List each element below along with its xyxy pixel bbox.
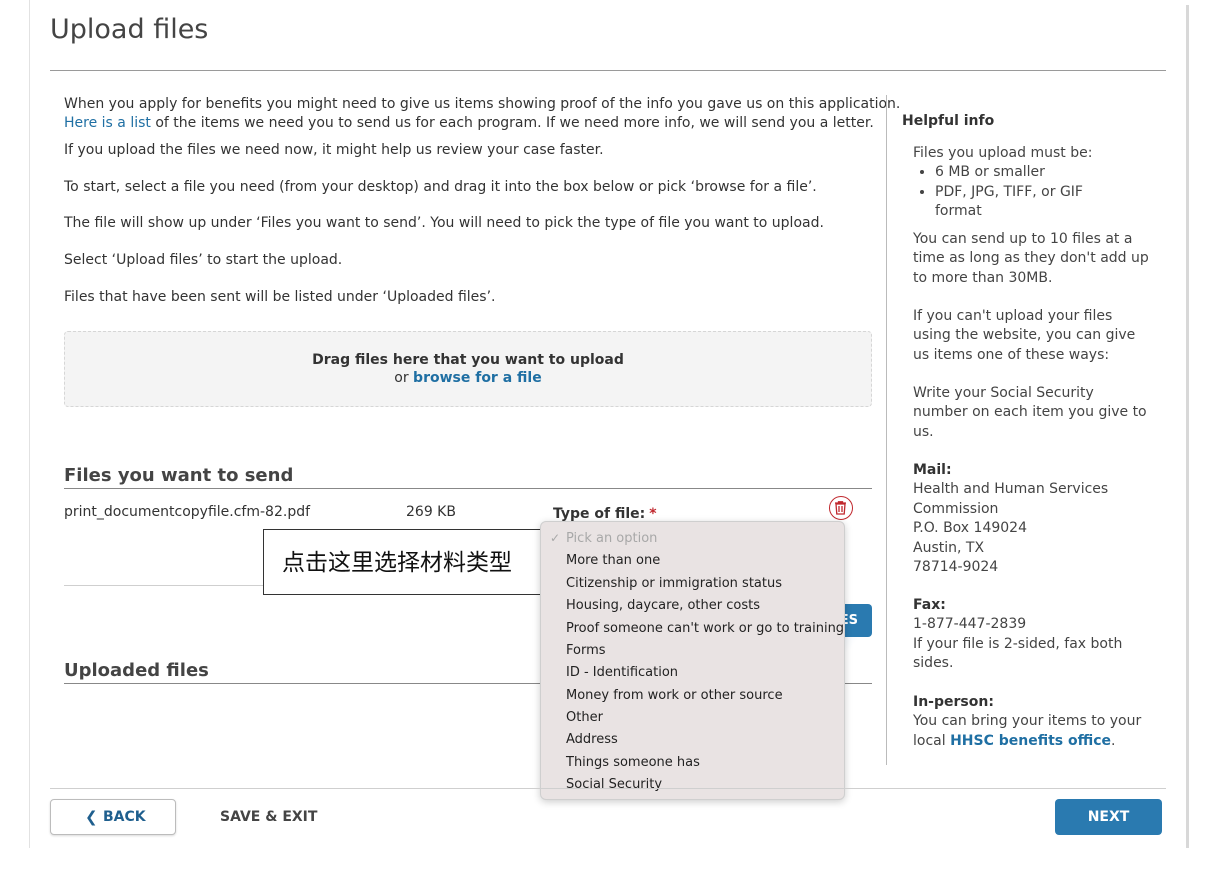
- in-person-info: In-person: You can bring your items to y…: [913, 693, 1141, 751]
- dropdown-option[interactable]: Citizenship or immigration status: [566, 576, 782, 592]
- sidebar-line: local: [913, 732, 951, 749]
- save-exit-button[interactable]: SAVE & EXIT: [220, 809, 317, 825]
- file-name: print_documentcopyfile.cfm-82.pdf: [64, 504, 311, 520]
- sidebar-line: 78714-9024: [913, 559, 999, 576]
- sidebar-line: using the website, you can give: [913, 327, 1136, 344]
- sidebar-line: Health and Human Services: [913, 481, 1109, 498]
- delete-file-button[interactable]: [829, 496, 853, 520]
- sidebar-line: You can send up to 10 files at a: [913, 231, 1133, 247]
- files-to-send-heading: Files you want to send: [64, 465, 294, 486]
- page-title: Upload files: [50, 14, 209, 45]
- sidebar-line: Commission: [913, 500, 999, 517]
- fax-info: Fax: 1-877-447-2839 If your file is 2-si…: [913, 596, 1122, 674]
- dropdown-option[interactable]: More than one: [566, 553, 660, 569]
- sidebar-line: If your file is 2-sided, fax both: [913, 635, 1123, 652]
- requirement-item: 6 MB or smaller: [935, 163, 1092, 182]
- sidebar-line: number on each item you give to: [913, 404, 1147, 421]
- footer-divider: [50, 788, 1166, 789]
- file-requirements: Files you upload must be: 6 MB or smalle…: [913, 144, 1092, 222]
- requirements-list: 6 MB or smaller PDF, JPG, TIFF, or GIF fo…: [913, 163, 1092, 221]
- dropdown-option[interactable]: ID - Identification: [566, 665, 678, 681]
- alternative-text: If you can't upload your files using the…: [913, 307, 1135, 365]
- file-type-label-text: Type of file:: [553, 506, 646, 522]
- requirement-text: PDF, JPG, TIFF, or GIF: [935, 183, 1083, 200]
- upload-limit-text: You can send up to 10 files at a time as…: [913, 230, 1149, 288]
- fax-heading: Fax:: [913, 597, 946, 613]
- page-scrollbar[interactable]: [1186, 5, 1189, 848]
- dropdown-option[interactable]: Other: [566, 710, 603, 726]
- in-person-heading: In-person:: [913, 694, 994, 710]
- dropdown-option[interactable]: Housing, daycare, other costs: [566, 598, 760, 614]
- intro-text: of the items we need you to send us for …: [150, 115, 874, 131]
- dropdown-option[interactable]: Address: [566, 732, 618, 748]
- sidebar-divider: [886, 95, 887, 765]
- file-type-dropdown[interactable]: ✓ Pick an option More than one Citizensh…: [540, 521, 845, 800]
- required-mark: *: [649, 506, 657, 522]
- page-frame-left: [29, 0, 30, 848]
- dropdown-option[interactable]: Money from work or other source: [566, 688, 783, 704]
- sidebar-line: P.O. Box 149024: [913, 520, 1027, 537]
- intro-paragraph-2: If you upload the files we need now, it …: [64, 142, 604, 158]
- sidebar-line: Austin, TX: [913, 539, 985, 556]
- ssn-instruction: Write your Social Security number on eac…: [913, 384, 1147, 442]
- title-divider: [50, 70, 1166, 71]
- checkmark-icon: ✓: [550, 531, 561, 545]
- intro-paragraph-5: Select ‘Upload files’ to start the uploa…: [64, 252, 343, 268]
- fax-number: 1-877-447-2839: [913, 616, 1027, 633]
- dropdown-option[interactable]: Forms: [566, 643, 606, 659]
- requirements-intro: Files you upload must be:: [913, 145, 1093, 161]
- intro-paragraph-3: To start, select a file you need (from y…: [64, 179, 817, 195]
- file-size: 269 KB: [406, 504, 456, 520]
- intro-text: When you apply for benefits you might ne…: [64, 96, 901, 112]
- callout-text: 点击这里选择材料类型: [282, 550, 512, 576]
- sidebar-line: time as long as they don't add up: [913, 250, 1149, 267]
- dropzone-or: or: [394, 370, 414, 386]
- trash-icon: [835, 501, 846, 515]
- uploaded-files-heading: Uploaded files: [64, 660, 209, 681]
- sidebar-line: .: [1111, 732, 1116, 749]
- file-type-label: Type of file: *: [553, 506, 657, 522]
- sidebar-line: to more than 30MB.: [913, 269, 1053, 286]
- dropzone-sub: or browse for a file: [65, 370, 871, 386]
- next-button[interactable]: NEXT: [1055, 799, 1162, 835]
- requirement-text: format: [935, 203, 982, 220]
- sidebar-line: Write your Social Security: [913, 385, 1094, 401]
- sidebar-line: If you can't upload your files: [913, 308, 1113, 324]
- sidebar-line: sides.: [913, 655, 954, 672]
- file-dropzone[interactable]: Drag files here that you want to upload …: [64, 331, 872, 407]
- back-label: BACK: [103, 809, 146, 825]
- requirement-item: PDF, JPG, TIFF, or GIF format: [935, 183, 1092, 222]
- section-divider: [64, 488, 872, 489]
- sidebar-line: us.: [913, 423, 934, 440]
- hhsc-office-link[interactable]: HHSC benefits office: [950, 733, 1111, 749]
- dropdown-option[interactable]: Social Security: [566, 777, 662, 793]
- dropdown-option[interactable]: Things someone has: [566, 755, 700, 771]
- helpful-info-heading: Helpful info: [902, 113, 995, 129]
- mail-heading: Mail:: [913, 462, 952, 478]
- item-list-link[interactable]: Here is a list: [64, 115, 151, 131]
- mail-info: Mail: Health and Human Services Commissi…: [913, 461, 1108, 577]
- dropdown-option[interactable]: Proof someone can't work or go to traini…: [566, 621, 844, 637]
- dropdown-option[interactable]: Pick an option: [566, 531, 657, 547]
- intro-paragraph-4: The file will show up under ‘Files you w…: [64, 215, 824, 231]
- sidebar-line: You can bring your items to your: [913, 713, 1142, 730]
- intro-paragraph-1: When you apply for benefits you might ne…: [64, 95, 900, 133]
- sidebar-line: us items one of these ways:: [913, 346, 1110, 363]
- back-button[interactable]: ❮ BACK: [50, 799, 176, 835]
- chevron-left-icon: ❮: [85, 808, 98, 826]
- intro-paragraph-6: Files that have been sent will be listed…: [64, 289, 496, 305]
- dropzone-label: Drag files here that you want to upload: [312, 352, 624, 368]
- browse-file-link[interactable]: browse for a file: [413, 370, 542, 386]
